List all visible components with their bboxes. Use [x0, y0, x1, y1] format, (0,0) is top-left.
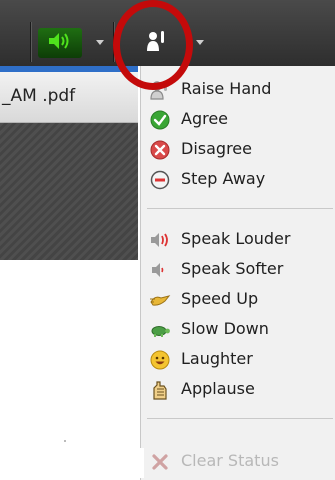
- status-menu: Raise Hand Agree Disagree Step Away Spea…: [140, 66, 335, 480]
- disagree-icon: [149, 139, 171, 161]
- step-away-icon: [149, 169, 171, 191]
- menu-item-label: Raise Hand: [181, 79, 272, 98]
- menu-item-label: Speed Up: [181, 289, 259, 308]
- speak-louder-icon: [149, 229, 171, 251]
- menu-item-label: Clear Status: [181, 451, 279, 470]
- status-dropdown-arrow[interactable]: [196, 40, 204, 45]
- slow-down-icon: [149, 319, 171, 341]
- toolbar: [0, 0, 335, 66]
- status-button[interactable]: [138, 28, 174, 58]
- menu-item-clear-status[interactable]: Clear Status: [141, 448, 335, 476]
- stray-dot: [64, 440, 66, 442]
- menu-item-label: Laughter: [181, 349, 253, 368]
- menu-item-label: Slow Down: [181, 319, 269, 338]
- toolbar-divider: [113, 22, 114, 62]
- agree-icon: [149, 109, 171, 131]
- menu-item-disagree[interactable]: Disagree: [141, 136, 335, 164]
- menu-item-label: Speak Softer: [181, 259, 284, 278]
- speaker-button[interactable]: [38, 28, 82, 58]
- laughter-icon: [149, 349, 171, 371]
- menu-item-applause[interactable]: Applause: [141, 376, 335, 404]
- menu-item-raise-hand[interactable]: Raise Hand: [141, 76, 335, 104]
- menu-item-label: Disagree: [181, 139, 252, 158]
- raise-hand-icon: [149, 79, 171, 101]
- menu-item-speak-softer[interactable]: Speak Softer: [141, 256, 335, 284]
- menu-item-speak-louder[interactable]: Speak Louder: [141, 226, 335, 254]
- menu-item-label: Speak Louder: [181, 229, 291, 248]
- document-tab-title: _AM .pdf: [2, 86, 76, 106]
- menu-item-label: Step Away: [181, 169, 266, 188]
- clear-status-icon: [149, 451, 171, 473]
- speaker-icon: [47, 31, 73, 55]
- speak-softer-icon: [149, 259, 171, 281]
- menu-item-label: Applause: [181, 379, 255, 398]
- menu-item-speed-up[interactable]: Speed Up: [141, 286, 335, 314]
- toolbar-divider: [30, 22, 31, 62]
- speed-up-icon: [149, 289, 171, 311]
- document-tab[interactable]: _AM .pdf: [0, 72, 138, 123]
- menu-item-laughter[interactable]: Laughter: [141, 346, 335, 374]
- menu-divider: [147, 418, 333, 419]
- applause-icon: [149, 379, 171, 401]
- speaker-dropdown-arrow[interactable]: [96, 40, 104, 45]
- document-pane-background: [0, 123, 138, 260]
- menu-item-step-away[interactable]: Step Away: [141, 166, 335, 194]
- menu-item-label: Agree: [181, 109, 229, 128]
- menu-item-slow-down[interactable]: Slow Down: [141, 316, 335, 344]
- menu-divider: [147, 208, 333, 209]
- menu-item-agree[interactable]: Agree: [141, 106, 335, 134]
- raise-hand-status-icon: [144, 29, 168, 57]
- menu-gap: [120, 448, 144, 478]
